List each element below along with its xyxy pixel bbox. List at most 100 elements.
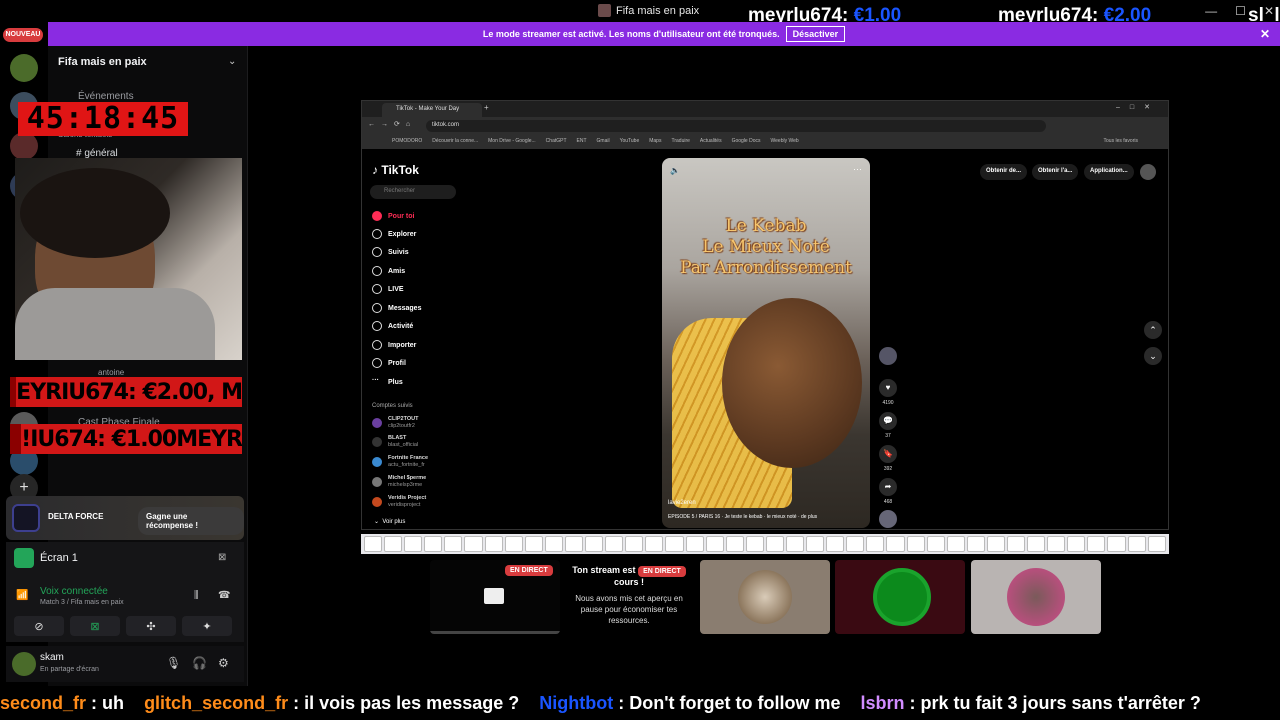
video-player[interactable]: Le Kebab Le Mieux Noté Par Arrondissemen… — [662, 158, 870, 528]
followed-account[interactable]: Veridis Project veridisproject — [372, 495, 452, 509]
activities-button[interactable]: ✣ — [126, 616, 176, 636]
participant-tile[interactable] — [835, 560, 965, 634]
username[interactable]: skam — [40, 652, 64, 663]
sound-avatar[interactable] — [876, 510, 900, 531]
disable-streamer-mode-button[interactable]: Désactiver — [785, 26, 846, 42]
share-screen-button[interactable]: ⊠ — [70, 616, 120, 636]
account-handle: actu_fortnite_fr — [388, 462, 425, 468]
followed-account[interactable]: CLIP2TOUT clip2toutfr2 — [372, 416, 452, 430]
nav-label: Suivis — [388, 248, 409, 256]
soundboard-button[interactable]: ✦ — [182, 616, 232, 636]
nav-profile[interactable]: Profil — [372, 358, 406, 368]
close-icon[interactable]: ✕ — [1264, 4, 1274, 18]
bookmark[interactable]: Maps — [649, 138, 661, 146]
bookmark[interactable]: Découvrir la conne... — [432, 138, 478, 146]
nav-upload[interactable]: Importer — [372, 340, 416, 350]
avatar[interactable] — [1140, 164, 1156, 180]
maximize-icon[interactable]: ☐ — [1235, 4, 1246, 18]
video-caption: EPISODE 5 / PARIS 16 · Je teste le kebab… — [668, 514, 818, 520]
get-coins-button[interactable]: Obtenir de... — [980, 164, 1028, 180]
noise-suppression-icon[interactable]: ⫼ — [194, 590, 199, 601]
save-button[interactable]: 🔖 392 — [876, 445, 900, 472]
camera-off-button[interactable]: ⊘ — [14, 616, 64, 636]
address-bar: ←→⟳⌂ tiktok.com — [362, 117, 1168, 135]
avatar — [372, 477, 382, 487]
screen-icon — [14, 548, 34, 568]
avatar[interactable] — [12, 652, 36, 676]
nav-explore[interactable]: Explorer — [372, 229, 416, 239]
bookmarks-bar: POMODORO Découvrir la conne... Mon Drive… — [362, 135, 1168, 149]
nav-following[interactable]: Suivis — [372, 247, 409, 257]
compass-icon — [372, 229, 382, 239]
nav-more[interactable]: ··· Plus — [372, 377, 403, 387]
headphones-icon[interactable]: 🎧 — [192, 656, 207, 670]
followed-account[interactable]: BLAST blast_official — [372, 435, 452, 449]
comment-button[interactable]: 💬 37 — [876, 412, 900, 439]
url-input[interactable]: tiktok.com — [426, 120, 1046, 132]
participant-tile[interactable] — [700, 560, 830, 634]
progress-line — [430, 631, 560, 634]
chevron-down-icon: ⌄ — [374, 519, 380, 525]
chevron-up-icon[interactable]: ⌃ — [1144, 321, 1162, 339]
close-icon[interactable]: ✕ — [1260, 27, 1270, 41]
bookmark[interactable]: Weebly Web — [771, 138, 799, 146]
participant-tile[interactable] — [971, 560, 1101, 634]
tiktok-logo[interactable]: ♪ TikTok — [372, 163, 419, 177]
new-tab-icon[interactable]: + — [484, 103, 489, 112]
promo-card[interactable]: DELTA FORCE Gagne une récompense ! — [6, 496, 244, 540]
nav-live[interactable]: LIVE — [372, 284, 404, 294]
bookmark[interactable]: YouTube — [620, 138, 640, 146]
video-author[interactable]: lavie2eren — [668, 500, 696, 506]
nav-label: Messages — [388, 304, 422, 312]
search-input[interactable]: Rechercher — [370, 185, 456, 199]
minimize-icon[interactable]: — — [1205, 4, 1217, 18]
title-line: Le Mieux Noté — [702, 237, 830, 257]
followed-account[interactable]: Michel $perme michelsp3rme — [372, 475, 452, 489]
nav-buttons[interactable]: ←→⟳⌂ — [368, 120, 416, 128]
followed-account[interactable]: Fortnite France actu_fortnite_fr — [372, 455, 452, 469]
chevron-down-icon[interactable]: ⌄ — [1144, 347, 1162, 365]
microphone-icon[interactable]: 🎙 — [166, 656, 181, 670]
claim-reward-button[interactable]: Gagne une récompense ! — [138, 507, 244, 535]
server-icon[interactable] — [10, 132, 38, 160]
nav-for-you[interactable]: Pour toi — [372, 211, 414, 221]
bookmark[interactable]: Gmail — [597, 138, 610, 146]
stream-tile[interactable]: EN DIRECT — [430, 560, 560, 634]
voice-member[interactable]: antoine — [98, 368, 124, 377]
window-controls[interactable]: –□✕ — [1116, 103, 1160, 111]
stream-timer: 45:18:45 — [18, 102, 188, 136]
voice-status[interactable]: Voix connectée — [40, 586, 108, 597]
browser-tab[interactable]: TikTok - Make Your Day — [382, 103, 482, 117]
creator-avatar[interactable] — [876, 347, 900, 368]
more-options-icon[interactable]: ··· — [853, 164, 862, 174]
bookmark[interactable]: Mon Drive - Google... — [488, 138, 536, 146]
like-button[interactable]: ♥ 4190 — [876, 379, 900, 406]
signal-icon: 📶 — [16, 590, 29, 601]
bookmark[interactable]: Traduire — [671, 138, 689, 146]
bookmark[interactable]: ChatGPT — [546, 138, 567, 146]
voice-panel: Écran 1 ⊠ 📶 Voix connectée Match 3 / Fif… — [6, 542, 244, 642]
nav-friends[interactable]: Amis — [372, 266, 405, 276]
disconnect-icon[interactable]: ☎ — [218, 590, 230, 601]
bookmark[interactable]: Tous les favoris — [1104, 138, 1138, 146]
account-handle: veridisproject — [388, 502, 421, 508]
nav-label: Profil — [388, 359, 406, 367]
server-icon[interactable] — [10, 54, 38, 82]
server-name[interactable]: Fifa mais en paix — [58, 56, 147, 68]
screen-share-item[interactable]: Écran 1 — [14, 548, 78, 568]
see-more-link[interactable]: ⌄ Voir plus — [374, 518, 405, 525]
share-button[interactable]: ➦ 468 — [876, 478, 900, 505]
chat-message: : Don't forget to follow me — [618, 693, 841, 713]
bookmark[interactable]: Actualités — [700, 138, 722, 146]
gear-icon[interactable]: ⚙ — [218, 656, 229, 670]
desktop-app-button[interactable]: Application... — [1084, 164, 1134, 180]
volume-icon[interactable]: 🔈 — [670, 166, 680, 175]
get-app-button[interactable]: Obtenir l'a... — [1032, 164, 1079, 180]
chevron-down-icon[interactable]: ⌄ — [228, 56, 236, 67]
stop-share-icon[interactable]: ⊠ — [218, 552, 226, 563]
bookmark[interactable]: POMODORO — [392, 138, 422, 146]
nav-activity[interactable]: Activité — [372, 321, 413, 331]
bookmark[interactable]: ENT — [577, 138, 587, 146]
bookmark[interactable]: Google Docs — [732, 138, 761, 146]
nav-messages[interactable]: Messages — [372, 303, 421, 313]
